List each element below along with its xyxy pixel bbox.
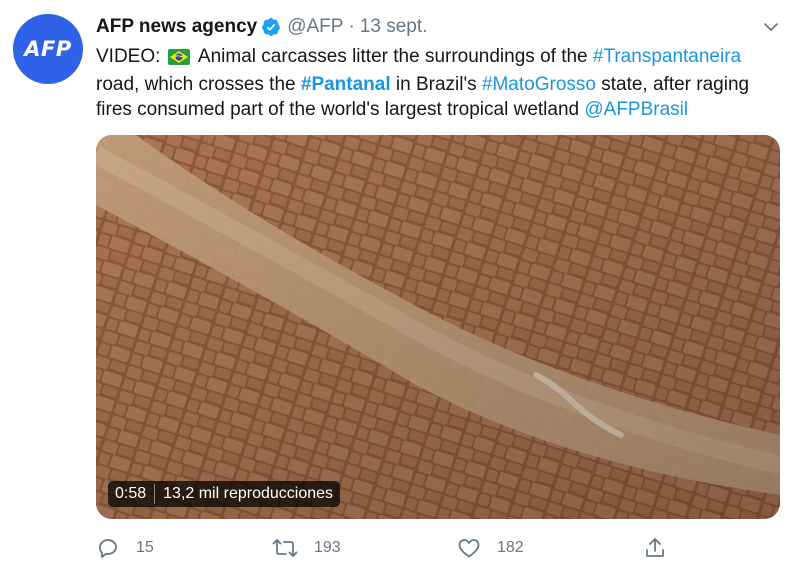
tweet-text-segment: Animal carcasses litter the surroundings… xyxy=(193,46,593,67)
retweet-icon xyxy=(272,539,298,557)
like-count: 182 xyxy=(497,539,524,556)
video-player[interactable]: 0:58 13,2 mil reproducciones xyxy=(96,135,780,519)
badge-divider xyxy=(154,484,156,504)
hashtag-link[interactable]: #Pantanal xyxy=(301,74,391,95)
video-views: 13,2 mil reproducciones xyxy=(163,485,334,502)
brazil-flag-icon xyxy=(167,47,190,72)
tweet-date[interactable]: 13 sept. xyxy=(360,16,428,38)
tweet-text-segment: in Brazil's xyxy=(390,74,482,95)
share-icon xyxy=(646,538,664,557)
author-name[interactable]: AFP news agency xyxy=(96,16,257,38)
video-frame xyxy=(96,135,780,519)
mention-link[interactable]: @AFPBrasil xyxy=(584,99,688,120)
video-duration: 0:58 xyxy=(115,485,147,502)
caret-down-icon[interactable] xyxy=(762,18,780,41)
tweet-header: AFP news agency @AFP · 13 sept. xyxy=(96,14,427,40)
like-button[interactable]: 182 xyxy=(457,530,524,566)
hashtag-link[interactable]: #Transpantaneira xyxy=(593,46,741,67)
share-button[interactable] xyxy=(643,530,683,566)
hashtag-link[interactable]: #MatoGrosso xyxy=(482,74,596,95)
tweet-actions: 15 193 182 xyxy=(96,530,696,566)
video-stats-badge: 0:58 13,2 mil reproducciones xyxy=(108,481,341,507)
tweet-text: VIDEO: Animal carcasses litter the surro… xyxy=(96,44,786,122)
separator-dot: · xyxy=(348,16,355,37)
tweet-text-segment: road, which crosses the xyxy=(96,74,301,95)
tweet-text-segment: VIDEO: xyxy=(96,46,166,67)
retweet-button[interactable]: 193 xyxy=(272,530,341,566)
reply-count: 15 xyxy=(136,539,154,556)
author-handle[interactable]: @AFP xyxy=(287,16,343,38)
verified-icon xyxy=(261,17,281,37)
retweet-count: 193 xyxy=(314,539,341,556)
avatar[interactable]: AFP xyxy=(13,14,83,84)
reply-icon xyxy=(99,539,117,558)
reply-button[interactable]: 15 xyxy=(96,530,154,566)
like-icon xyxy=(458,539,480,558)
